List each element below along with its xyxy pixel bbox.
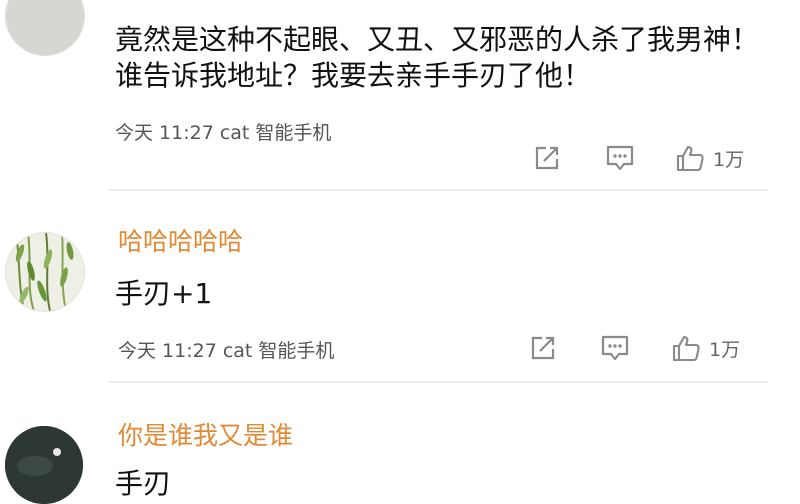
share-button[interactable] <box>533 143 561 173</box>
divider <box>108 381 768 383</box>
comment-meta: 今天 11:27 cat 智能手机 <box>115 118 331 145</box>
comment-device: cat 智能手机 <box>219 122 332 144</box>
comment-username[interactable]: 你是谁我又是谁 <box>118 416 293 452</box>
thumbs-up-icon <box>672 335 700 362</box>
comment-actions: 1万 <box>0 143 800 173</box>
like-button[interactable]: 1万 <box>671 333 740 363</box>
thumbs-up-icon <box>676 145 704 172</box>
comment-text-line-2: 谁告诉我地址？我要去亲手手刃了他！ <box>115 59 592 92</box>
comment-button[interactable] <box>600 333 630 363</box>
comment-text: 手刃+1 <box>115 277 213 310</box>
comment-text-line-1: 竟然是这种不起眼、又丑、又邪恶的人杀了我男神！ <box>115 23 760 56</box>
dark-avatar-image <box>5 426 83 504</box>
comment-username[interactable]: 哈哈哈哈哈 <box>118 222 243 258</box>
comment-time: 今天 11:27 <box>115 122 214 144</box>
share-button[interactable] <box>529 333 557 363</box>
avatar[interactable] <box>5 426 83 504</box>
comment-icon <box>606 145 634 171</box>
like-count: 1万 <box>713 148 745 171</box>
share-icon <box>535 146 559 170</box>
like-count: 1万 <box>709 338 741 361</box>
comment-actions: 1万 <box>0 333 800 363</box>
comment-text: 手刃 <box>115 467 172 500</box>
like-button[interactable]: 1万 <box>675 143 744 173</box>
willow-avatar-image <box>6 233 84 311</box>
comment-icon <box>601 335 629 361</box>
comment-button[interactable] <box>605 143 635 173</box>
avatar[interactable] <box>5 232 85 312</box>
divider <box>108 189 768 191</box>
share-icon <box>531 336 555 360</box>
avatar[interactable] <box>5 0 85 56</box>
